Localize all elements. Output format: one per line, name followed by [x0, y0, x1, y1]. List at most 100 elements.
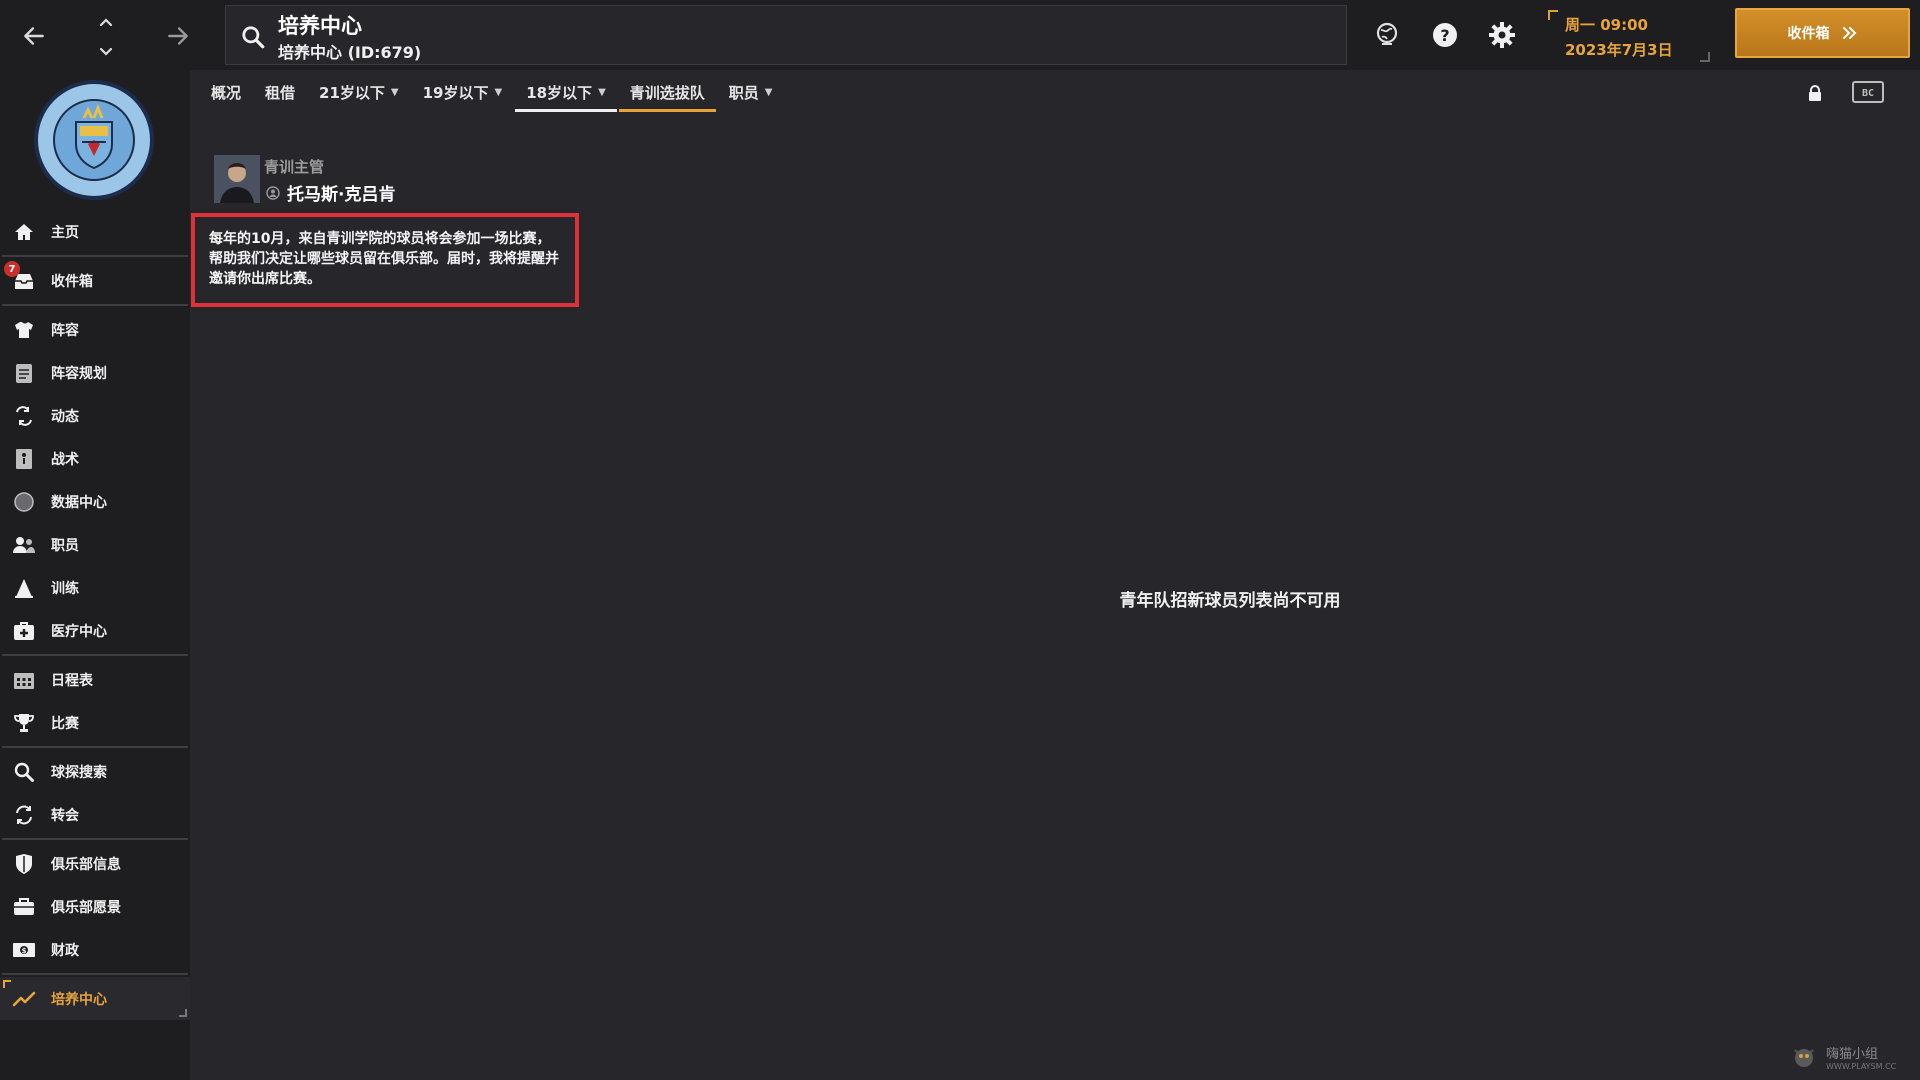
- watermark-text-block: 嗨猫小组 WWW.PLAYSM.CC: [1826, 1043, 1896, 1071]
- sidebar-item-label: 转会: [51, 807, 79, 824]
- training-icon: [12, 576, 36, 600]
- sidebar-divider: [2, 255, 188, 257]
- sidebar-item-training[interactable]: 训练: [0, 566, 190, 609]
- sidebar-item-tactics[interactable]: 战术: [0, 437, 190, 480]
- clipboard-icon: [12, 361, 36, 385]
- sidebar-menu: 主页 7 收件箱 阵容 阵容规划 动态 战术 数据中心 职员 训练 医疗中心 日…: [0, 210, 190, 1020]
- chevron-down-icon: ▼: [598, 87, 606, 98]
- globe-icon[interactable]: [1372, 20, 1402, 50]
- sidebar-item-club-vision[interactable]: 俱乐部愿景: [0, 885, 190, 928]
- chevron-down-icon: ▼: [390, 87, 399, 98]
- sidebar-item-finances[interactable]: $ 财政: [0, 928, 190, 971]
- coach-role: 青训主管: [264, 158, 325, 176]
- sidebar-item-label: 数据中心: [51, 494, 107, 511]
- svg-text:$: $: [22, 947, 27, 955]
- intake-info-notice: 每年的10月，来自青训学院的球员将会参加一场比赛，帮助我们决定让哪些球员留在俱乐…: [191, 213, 579, 307]
- sidebar-item-staff[interactable]: 职员: [0, 523, 190, 566]
- double-chevron-right-icon: [1842, 27, 1856, 39]
- sidebar-item-label: 培养中心: [51, 991, 107, 1008]
- coach-avatar[interactable]: [214, 155, 260, 203]
- tab-staff[interactable]: 职员 ▼: [718, 70, 784, 115]
- watermark: 嗨猫小组 WWW.PLAYSM.CC: [1790, 1040, 1910, 1074]
- tab-label: 概况: [211, 84, 242, 102]
- tab-label: 租借: [265, 84, 296, 102]
- sidebar-item-label: 俱乐部信息: [51, 856, 121, 873]
- back-button[interactable]: [18, 20, 50, 52]
- sidebar-item-competitions[interactable]: 比赛: [0, 701, 190, 744]
- unread-badge: 7: [4, 261, 20, 277]
- sidebar-item-inbox[interactable]: 7 收件箱: [0, 259, 190, 302]
- empty-list-message: 青年队招新球员列表尚不可用: [1119, 591, 1341, 611]
- inbox-button-label: 收件箱: [1787, 26, 1830, 42]
- sidebar-item-label: 职员: [51, 537, 79, 554]
- sidebar-item-label: 动态: [51, 408, 79, 425]
- sidebar-divider: [2, 973, 188, 975]
- sidebar-item-schedule[interactable]: 日程表: [0, 658, 190, 701]
- sidebar-item-home[interactable]: 主页: [0, 210, 190, 253]
- search-icon: [242, 26, 265, 49]
- tab-under-19[interactable]: 19岁以下 ▼: [412, 70, 514, 115]
- tab-label: 21岁以下: [319, 84, 385, 102]
- search-box[interactable]: 培养中心 培养中心 (ID:679): [225, 5, 1347, 65]
- sidebar-item-label: 战术: [51, 451, 79, 468]
- sidebar-item-label: 日程表: [51, 672, 93, 689]
- sidebar-item-data-hub[interactable]: 数据中心: [0, 480, 190, 523]
- sidebar-item-squad[interactable]: 阵容: [0, 308, 190, 351]
- gear-icon[interactable]: [1487, 20, 1517, 50]
- tab-overview[interactable]: 概况: [200, 70, 252, 115]
- sidebar-item-label: 医疗中心: [51, 623, 107, 640]
- sidebar-item-club-info[interactable]: 俱乐部信息: [0, 842, 190, 885]
- tab-youth-intake[interactable]: 青训选拔队: [618, 70, 716, 115]
- tab-under-21[interactable]: 21岁以下 ▼: [308, 70, 410, 115]
- arrow-left-icon: [24, 27, 44, 45]
- tab-label: 18岁以下: [526, 84, 593, 102]
- home-icon: [12, 220, 36, 244]
- briefcase-icon: [12, 895, 36, 919]
- club-crest-logo[interactable]: [32, 78, 156, 202]
- sidebar-item-label: 收件箱: [51, 273, 93, 290]
- lock-icon[interactable]: [1806, 84, 1824, 102]
- finance-icon: $: [12, 938, 36, 962]
- clock-time: 周一 09:00: [1565, 16, 1648, 34]
- sidebar-item-scouting[interactable]: 球探搜索: [0, 750, 190, 793]
- sidebar-item-squad-planner[interactable]: 阵容规划: [0, 351, 190, 394]
- medical-icon: [12, 619, 36, 643]
- dynamics-icon: [12, 404, 36, 428]
- sidebar-item-label: 球探搜索: [51, 764, 107, 781]
- scout-icon: [12, 760, 36, 784]
- screen-mode-icon[interactable]: BC: [1851, 80, 1885, 104]
- svg-text:?: ?: [1440, 26, 1449, 45]
- shirt-icon: [12, 318, 36, 342]
- tactics-icon: [12, 447, 36, 471]
- tab-label: 19岁以下: [422, 84, 489, 102]
- sidebar-item-label: 阵容: [51, 322, 79, 339]
- continue-inbox-button[interactable]: 收件箱: [1735, 8, 1910, 58]
- clock-corner: [1548, 10, 1558, 20]
- sidebar-item-label: 训练: [51, 580, 79, 597]
- tab-loans[interactable]: 租借: [254, 70, 306, 115]
- scroll-down-button[interactable]: [96, 42, 116, 62]
- staff-icon: [12, 533, 36, 557]
- chevron-down-icon: ▼: [494, 87, 503, 98]
- tab-label: 职员: [728, 84, 759, 102]
- scroll-up-button[interactable]: [96, 12, 116, 32]
- person-icon: [266, 186, 280, 200]
- tab-label: 青训选拔队: [629, 84, 705, 102]
- sidebar: 主页 7 收件箱 阵容 阵容规划 动态 战术 数据中心 职员 训练 医疗中心 日…: [0, 70, 190, 1080]
- notice-text: 每年的10月，来自青训学院的球员将会参加一场比赛，帮助我们决定让哪些球员留在俱乐…: [209, 231, 559, 287]
- watermark-url: WWW.PLAYSM.CC: [1826, 1062, 1897, 1071]
- coach-name[interactable]: 托马斯·克吕肯: [287, 180, 395, 205]
- sidebar-item-label: 主页: [51, 224, 79, 241]
- game-clock: 周一 09:00 2023年7月3日: [1548, 10, 1710, 62]
- sidebar-item-transfers[interactable]: 转会: [0, 793, 190, 836]
- help-icon[interactable]: ?: [1430, 20, 1460, 50]
- active-corner: [179, 1009, 187, 1017]
- sidebar-item-medical[interactable]: 医疗中心: [0, 609, 190, 652]
- person-portrait-icon: [214, 155, 260, 203]
- tab-under-18[interactable]: 18岁以下 ▼: [515, 70, 617, 115]
- sidebar-item-development-centre[interactable]: 培养中心: [0, 977, 190, 1020]
- forward-button[interactable]: [162, 20, 194, 52]
- sidebar-item-dynamics[interactable]: 动态: [0, 394, 190, 437]
- tab-bar: 概况 租借 21岁以下 ▼ 19岁以下 ▼ 18岁以下 ▼ 青训选拔队 职员 ▼: [200, 70, 786, 115]
- shield-icon: [12, 852, 36, 876]
